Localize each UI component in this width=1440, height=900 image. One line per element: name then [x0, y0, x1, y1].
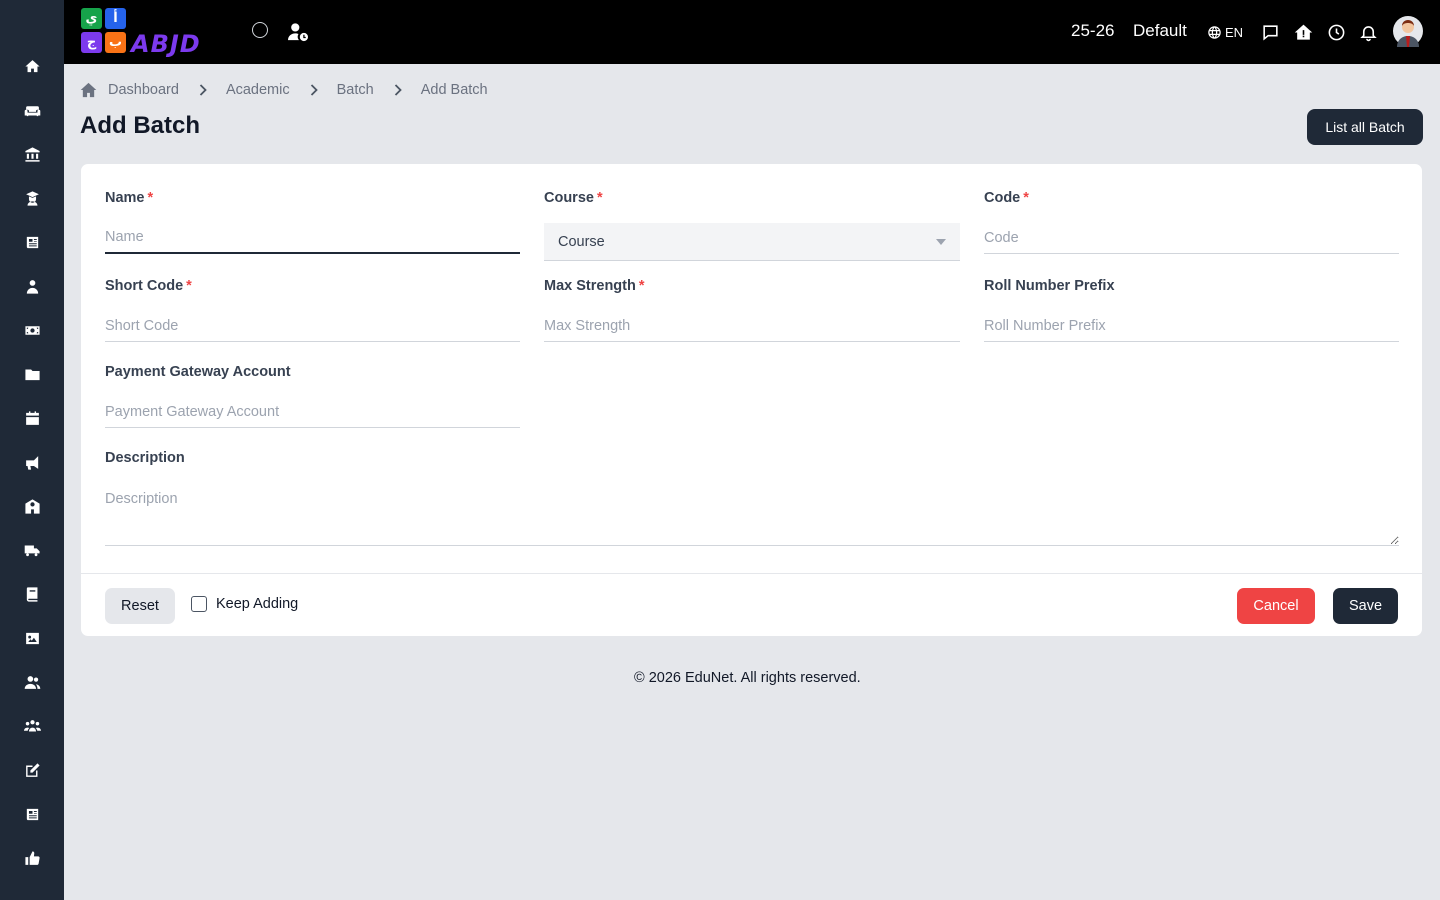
- add-batch-form: Name* Course* Course Code* Short Code* M…: [80, 163, 1423, 637]
- breadcrumb-academic[interactable]: Academic: [226, 82, 290, 98]
- folder-icon[interactable]: [22, 364, 42, 384]
- chevron-right-icon: [310, 84, 318, 96]
- sidebar: [0, 0, 64, 900]
- list-all-batch-button[interactable]: List all Batch: [1307, 109, 1423, 145]
- code-field-group: Code *: [984, 190, 1399, 254]
- course-selected-value: Course: [558, 233, 605, 250]
- money-icon[interactable]: [22, 320, 42, 340]
- sofa-icon[interactable]: [22, 100, 42, 120]
- book-icon[interactable]: [22, 584, 42, 604]
- app-logo[interactable]: ي أ ج ب ABJD: [81, 8, 226, 58]
- globe-icon: [1208, 25, 1221, 39]
- logo-tile: ب: [105, 32, 126, 53]
- logo-tile: أ: [105, 8, 126, 29]
- roll-prefix-field-group: Roll Number Prefix: [984, 278, 1399, 342]
- keep-adding-checkbox[interactable]: [191, 596, 207, 612]
- user-avatar[interactable]: [1393, 15, 1423, 47]
- breadcrumb: Dashboard Academic Batch Add Batch: [80, 80, 488, 100]
- circle-icon[interactable]: [252, 22, 268, 38]
- truck-icon[interactable]: [22, 540, 42, 560]
- breadcrumb-dashboard[interactable]: Dashboard: [108, 82, 179, 98]
- home-alert-icon[interactable]: [1293, 22, 1313, 42]
- max-strength-label: Max Strength *: [544, 278, 645, 294]
- chevron-right-icon: [394, 84, 402, 96]
- home-icon[interactable]: [22, 56, 42, 76]
- user-clock-icon[interactable]: [287, 22, 309, 42]
- description-label: Description: [105, 450, 185, 466]
- breadcrumb-add-batch: Add Batch: [420, 82, 488, 98]
- top-header: ي أ ج ب ABJD 25-26 Default EN: [64, 0, 1440, 64]
- description-field-group: Description: [105, 450, 1399, 546]
- footer-copyright: © 2026 EduNet. All rights reserved.: [634, 670, 861, 686]
- graduate-icon[interactable]: [22, 188, 42, 208]
- logo-text: ABJD: [131, 30, 201, 58]
- chevron-down-icon: [936, 239, 946, 245]
- bell-icon[interactable]: [1358, 22, 1378, 42]
- language-selector[interactable]: EN: [1207, 23, 1243, 41]
- edit-icon[interactable]: [22, 760, 42, 780]
- name-field-group: Name *: [105, 190, 520, 254]
- save-button[interactable]: Save: [1333, 588, 1398, 624]
- short-code-field-group: Short Code *: [105, 278, 520, 342]
- logo-tile: ي: [81, 8, 102, 29]
- thumbs-up-icon[interactable]: [22, 848, 42, 868]
- institution-icon[interactable]: [22, 144, 42, 164]
- chat-icon[interactable]: [1260, 22, 1280, 42]
- keep-adding-toggle[interactable]: Keep Adding: [191, 596, 298, 612]
- group-icon[interactable]: [22, 716, 42, 736]
- newspaper-icon[interactable]: [22, 232, 42, 252]
- chevron-right-icon: [199, 84, 207, 96]
- payment-gateway-label: Payment Gateway Account: [105, 364, 291, 380]
- page-title: Add Batch: [80, 112, 200, 139]
- logo-tile: ج: [81, 32, 102, 53]
- clock-icon[interactable]: [1326, 22, 1346, 42]
- code-input[interactable]: [984, 222, 1399, 254]
- breadcrumb-batch[interactable]: Batch: [337, 82, 374, 98]
- max-strength-input[interactable]: [544, 310, 960, 342]
- profile-selector[interactable]: Default: [1133, 21, 1187, 41]
- payment-gateway-input[interactable]: [105, 396, 520, 428]
- max-strength-field-group: Max Strength *: [544, 278, 960, 342]
- megaphone-icon[interactable]: [22, 452, 42, 472]
- name-input[interactable]: [105, 222, 520, 254]
- reset-button[interactable]: Reset: [105, 588, 175, 624]
- image-icon[interactable]: [22, 628, 42, 648]
- code-label: Code *: [984, 190, 1029, 206]
- breadcrumb-home-icon[interactable]: [80, 82, 97, 98]
- session-selector[interactable]: 25-26: [1071, 21, 1114, 41]
- roll-prefix-input[interactable]: [984, 310, 1399, 342]
- short-code-input[interactable]: [105, 310, 520, 342]
- users-icon[interactable]: [22, 672, 42, 692]
- teacher-icon[interactable]: [22, 276, 42, 296]
- course-select[interactable]: Course: [544, 223, 960, 261]
- cancel-button[interactable]: Cancel: [1237, 588, 1315, 624]
- short-code-label: Short Code *: [105, 278, 192, 294]
- school-bus-stop-icon[interactable]: [22, 496, 42, 516]
- payment-gateway-field-group: Payment Gateway Account: [105, 364, 520, 428]
- description-textarea[interactable]: [105, 484, 1399, 546]
- course-label: Course *: [544, 190, 603, 206]
- language-label: EN: [1225, 24, 1244, 40]
- keep-adding-label: Keep Adding: [216, 596, 299, 612]
- form-divider: [81, 573, 1422, 574]
- course-field-group: Course * Course: [544, 190, 960, 261]
- roll-prefix-label: Roll Number Prefix: [984, 278, 1115, 294]
- news-icon[interactable]: [22, 804, 42, 824]
- name-label: Name *: [105, 190, 154, 206]
- calendar-icon[interactable]: [22, 408, 42, 428]
